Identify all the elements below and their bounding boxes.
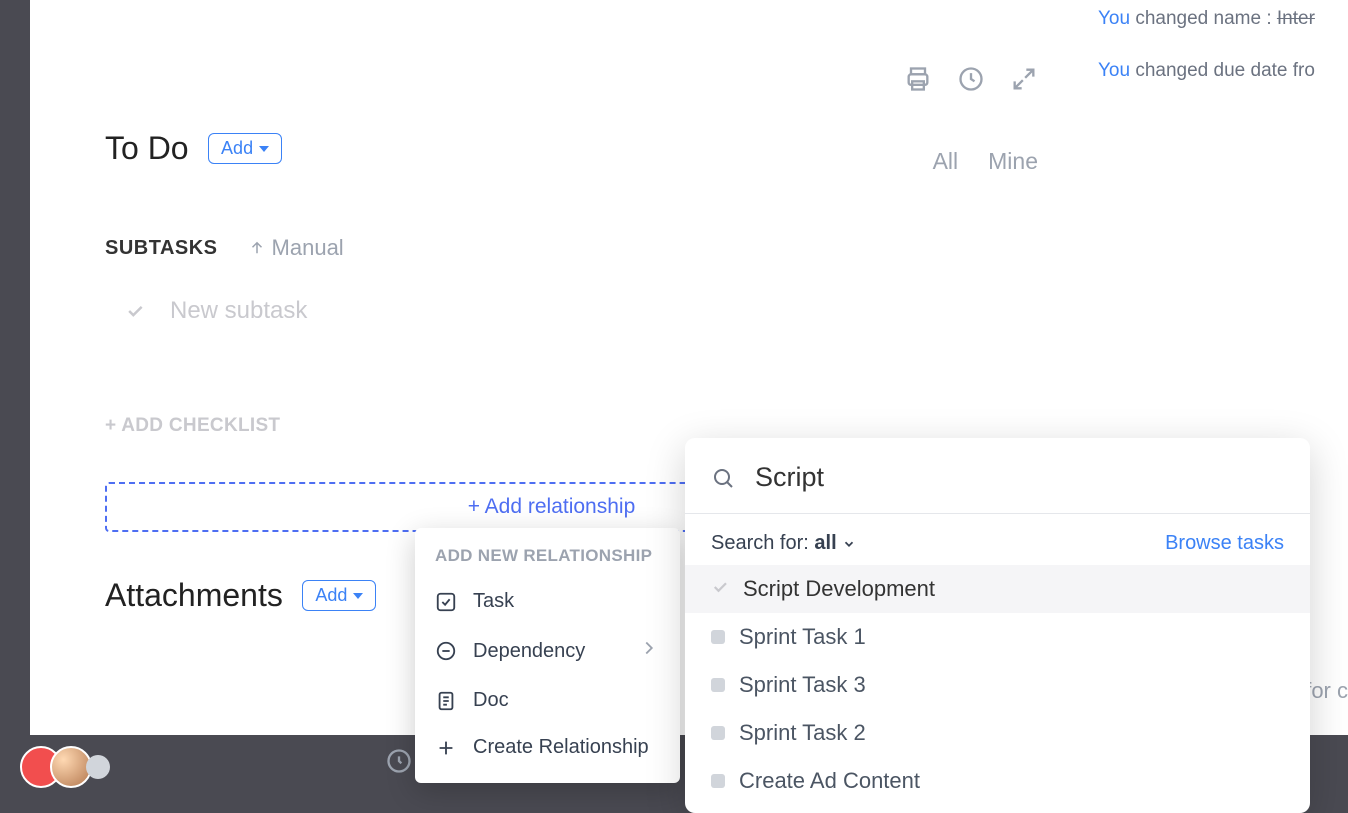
relationship-menu-title: ADD NEW RELATIONSHIP [415, 546, 680, 578]
search-result[interactable]: Sprint Task 1 [685, 613, 1310, 661]
search-result-label: Script Development [743, 576, 935, 602]
activity-line-2: You changed due date fro [1098, 60, 1348, 82]
browse-tasks-link[interactable]: Browse tasks [1165, 532, 1284, 555]
arrow-up-icon [248, 239, 266, 257]
plus-icon [435, 737, 457, 759]
search-result-label: Sprint Task 3 [739, 672, 866, 698]
subtasks-header: SUBTASKS Manual [105, 235, 998, 261]
status-dot [711, 630, 725, 644]
subtasks-sort-label: Manual [272, 235, 344, 261]
activity-text-2: changed due date fro [1135, 60, 1315, 81]
search-popup: Search for: all Browse tasks Script Deve… [685, 438, 1310, 813]
activity-you: You [1098, 8, 1130, 29]
menu-item-create-relationship[interactable]: Create Relationship [415, 724, 680, 771]
doc-icon [435, 690, 457, 712]
todo-add-label: Add [221, 138, 253, 159]
search-result[interactable]: Create Ad Content [685, 757, 1310, 805]
activity-text-1: changed name : [1135, 8, 1271, 29]
search-icon [711, 465, 735, 491]
search-row [685, 438, 1310, 514]
expand-icon[interactable] [1010, 65, 1038, 98]
toolbar [904, 65, 1038, 98]
status-dot [711, 678, 725, 692]
menu-item-task-label: Task [473, 590, 514, 613]
truncated-text: for c [1305, 678, 1348, 704]
subtasks-label: SUBTASKS [105, 237, 218, 260]
check-icon [711, 576, 729, 602]
todo-title: To Do [105, 130, 189, 167]
new-subtask-row[interactable]: New subtask [125, 297, 998, 325]
menu-item-doc-label: Doc [473, 689, 509, 712]
attachments-add-button[interactable]: Add [302, 580, 376, 611]
add-avatar[interactable] [86, 755, 110, 779]
relationship-menu: ADD NEW RELATIONSHIP Task Dependency Doc… [415, 528, 680, 783]
search-filter-row: Search for: all Browse tasks [685, 514, 1310, 565]
status-dot [711, 774, 725, 788]
search-filter-prefix: Search for: [711, 532, 814, 554]
menu-item-task[interactable]: Task [415, 578, 680, 625]
search-result-label: Sprint Task 1 [739, 624, 866, 650]
task-icon [435, 591, 457, 613]
chevron-down-icon [842, 537, 856, 551]
chevron-right-icon [638, 637, 660, 665]
calendar-icon[interactable] [385, 747, 413, 780]
search-result-label: Sprint Task 2 [739, 720, 866, 746]
status-dot [711, 726, 725, 740]
search-result-label: Create Ad Content [739, 768, 920, 794]
activity-old-name: Inter [1277, 8, 1315, 29]
print-icon[interactable] [904, 65, 932, 98]
todo-header: To Do Add [105, 130, 998, 167]
avatar-stack[interactable] [20, 746, 110, 788]
add-checklist-button[interactable]: + ADD CHECKLIST [105, 415, 998, 437]
menu-item-create-label: Create Relationship [473, 736, 649, 759]
history-icon[interactable] [957, 65, 985, 98]
search-result[interactable]: Sprint Task 3 [685, 661, 1310, 709]
activity-line-1: You changed name : Inter [1098, 8, 1348, 30]
attachments-title: Attachments [105, 577, 283, 614]
todo-add-button[interactable]: Add [208, 133, 282, 164]
menu-item-doc[interactable]: Doc [415, 677, 680, 724]
attachments-add-label: Add [315, 585, 347, 606]
menu-item-dependency[interactable]: Dependency [415, 625, 680, 677]
search-filter[interactable]: Search for: all [711, 532, 856, 555]
activity-feed: You changed name : Inter You changed due… [1098, 8, 1348, 112]
menu-item-dependency-label: Dependency [473, 640, 585, 663]
search-result[interactable]: Sprint Task 2 [685, 709, 1310, 757]
check-icon [125, 301, 145, 321]
search-input[interactable] [755, 462, 1284, 493]
search-filter-value: all [814, 532, 836, 554]
dependency-icon [435, 640, 457, 662]
activity-you: You [1098, 60, 1130, 81]
search-results: Script Development Sprint Task 1 Sprint Ta… [685, 565, 1310, 805]
new-subtask-placeholder: New subtask [170, 297, 307, 325]
search-result[interactable]: Script Development [685, 565, 1310, 613]
add-relationship-label: + Add relationship [468, 495, 636, 519]
subtasks-sort[interactable]: Manual [248, 235, 344, 261]
